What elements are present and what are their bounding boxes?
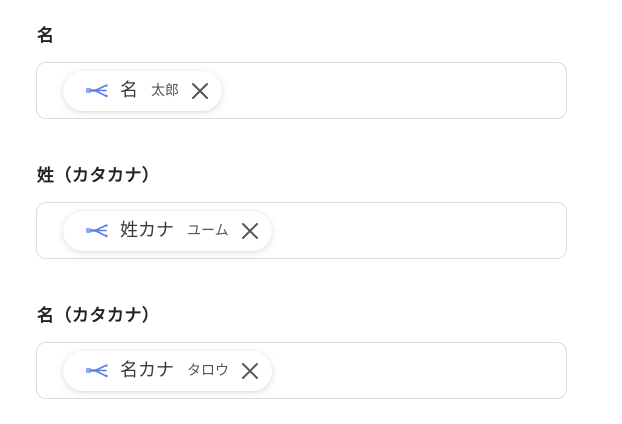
first-name-field[interactable]: 名 太郎 (36, 62, 567, 119)
close-icon[interactable] (241, 222, 259, 240)
flow-node-icon (85, 363, 109, 379)
chip-name: 姓カナ (120, 220, 174, 241)
chip-value: 太郎 (151, 83, 179, 99)
chip-value: タロウ (187, 363, 229, 379)
field-label-last-name-kana: 姓（カタカナ） (37, 166, 160, 186)
close-icon[interactable] (241, 362, 259, 380)
variable-chip[interactable]: 名カナ タロウ (63, 351, 272, 391)
flow-node-icon (85, 223, 109, 239)
field-label-first-name: 名 (37, 26, 55, 46)
field-label-first-name-kana: 名（カタカナ） (37, 306, 160, 326)
chip-name: 名 (120, 80, 138, 101)
close-icon[interactable] (191, 82, 209, 100)
last-name-kana-field[interactable]: 姓カナ ユーム (36, 202, 567, 259)
first-name-kana-field[interactable]: 名カナ タロウ (36, 342, 567, 399)
flow-node-icon (85, 83, 109, 99)
chip-value: ユーム (187, 223, 229, 239)
variable-chip[interactable]: 姓カナ ユーム (63, 211, 272, 251)
chip-name: 名カナ (120, 360, 174, 381)
variable-chip[interactable]: 名 太郎 (63, 71, 222, 111)
